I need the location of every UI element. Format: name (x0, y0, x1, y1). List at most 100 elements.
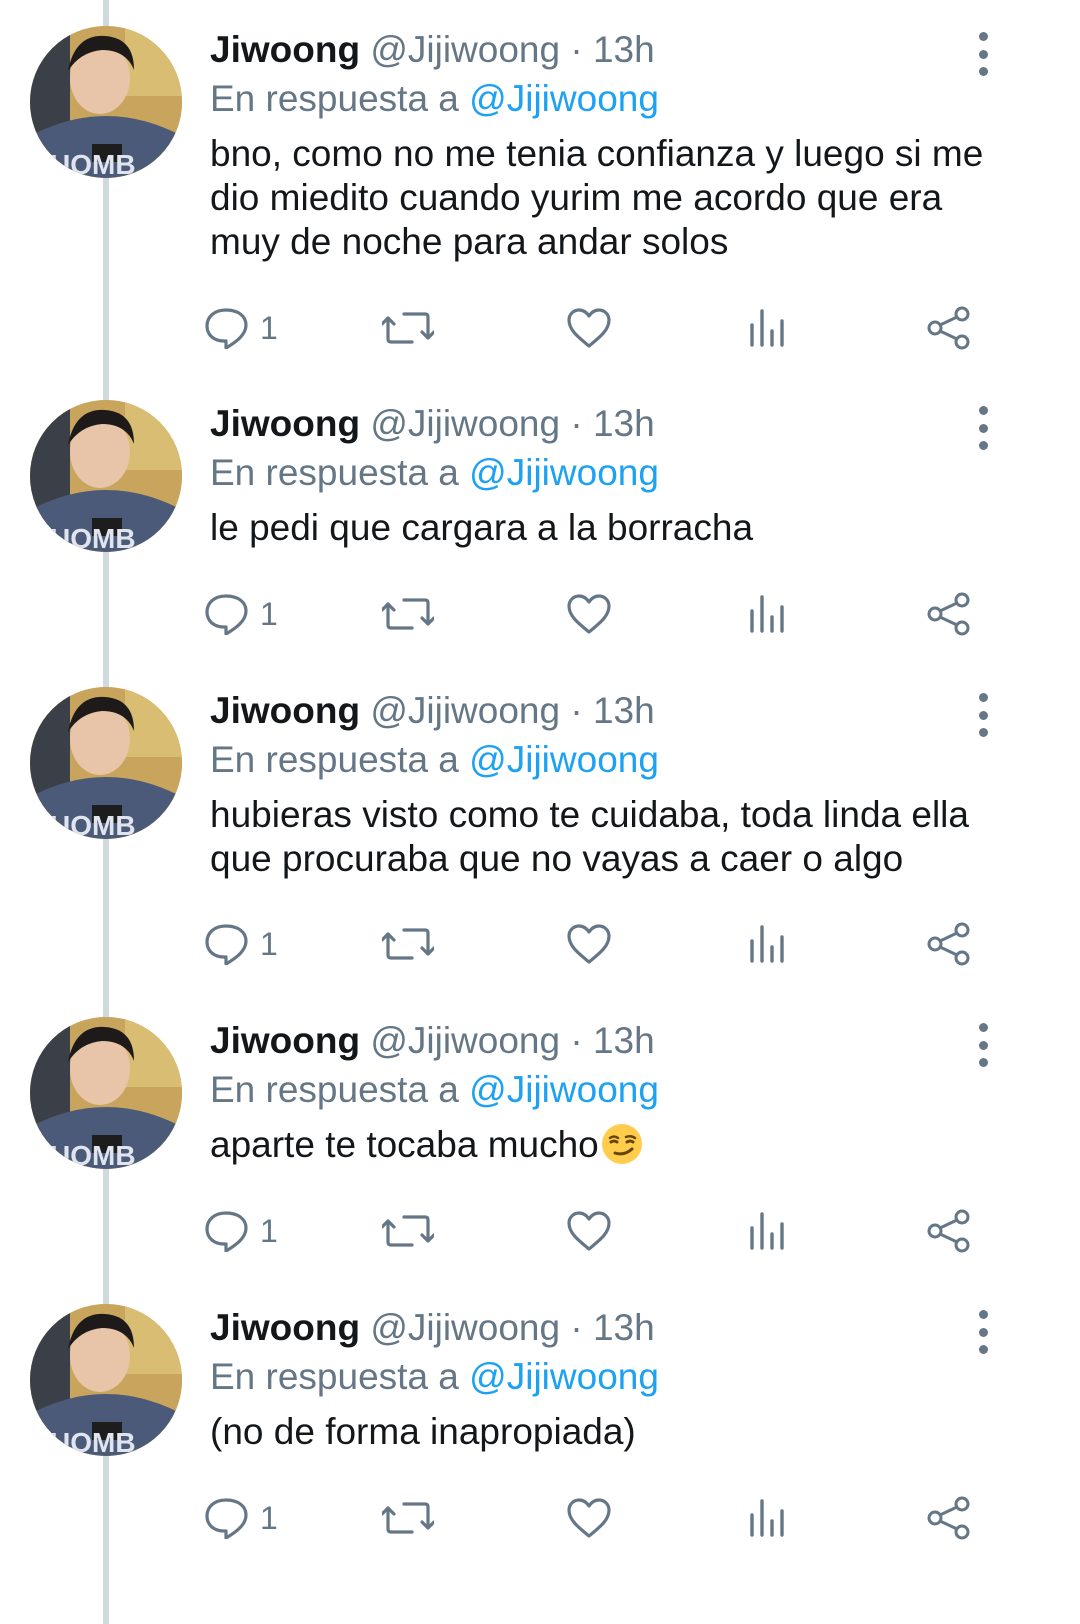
action-bar: 1 (200, 304, 1000, 352)
share-button[interactable] (926, 1494, 972, 1542)
tweet-body: Jiwoong @Jijiwoong · 13h En respuesta a … (210, 400, 1030, 550)
more-options-button[interactable] (968, 1023, 998, 1067)
reply-prefix: En respuesta a (210, 1069, 459, 1110)
avatar[interactable]: UOMB (30, 1017, 182, 1169)
share-button[interactable] (926, 590, 972, 638)
more-options-button[interactable] (968, 406, 998, 450)
like-button[interactable] (566, 304, 612, 352)
timestamp[interactable]: 13h (593, 403, 655, 444)
avatar[interactable]: UOMB (30, 1304, 182, 1456)
reply-button[interactable]: 1 (204, 304, 278, 352)
timestamp[interactable]: 13h (593, 1307, 655, 1348)
more-options-button[interactable] (968, 32, 998, 76)
timestamp[interactable]: 13h (593, 29, 655, 70)
timestamp[interactable]: 13h (593, 690, 655, 731)
author-handle[interactable]: @Jijiwoong (370, 690, 560, 731)
author-name[interactable]: Jiwoong (210, 690, 360, 731)
author-handle[interactable]: @Jijiwoong (370, 29, 560, 70)
retweet-icon (382, 1211, 434, 1251)
share-icon (926, 1496, 972, 1540)
reply-context: En respuesta a @Jijiwoong (210, 448, 1030, 498)
heart-icon (566, 307, 612, 349)
tweet-header: Jiwoong @Jijiwoong · 13h (210, 400, 1030, 448)
tweet-header: Jiwoong @Jijiwoong · 13h (210, 687, 1030, 735)
reply-context: En respuesta a @Jijiwoong (210, 735, 1030, 785)
analytics-button[interactable] (748, 1494, 788, 1542)
analytics-button[interactable] (748, 1207, 788, 1255)
like-button[interactable] (566, 590, 612, 638)
reply-icon (204, 923, 250, 965)
svg-text:UOMB: UOMB (50, 810, 136, 839)
separator-dot: · (570, 403, 583, 444)
reply-context: En respuesta a @Jijiwoong (210, 1352, 1030, 1402)
reply-icon (204, 1497, 250, 1539)
author-name[interactable]: Jiwoong (210, 29, 360, 70)
separator-dot: · (570, 1020, 583, 1061)
reply-button[interactable]: 1 (204, 590, 278, 638)
analytics-button[interactable] (748, 304, 788, 352)
reply-icon (204, 307, 250, 349)
share-button[interactable] (926, 304, 972, 352)
reply-button[interactable]: 1 (204, 1207, 278, 1255)
like-button[interactable] (566, 1494, 612, 1542)
share-icon (926, 592, 972, 636)
author-handle[interactable]: @Jijiwoong (370, 1020, 560, 1061)
separator-dot: · (570, 690, 583, 731)
reply-count: 1 (260, 1500, 278, 1536)
more-vertical-icon (978, 1310, 988, 1319)
tweet-text: (no de forma inapropiada) (210, 1411, 636, 1452)
reply-mention-link[interactable]: @Jijiwoong (469, 78, 659, 119)
reply-mention-link[interactable]: @Jijiwoong (469, 739, 659, 780)
tweet-text: le pedi que cargara a la borracha (210, 507, 754, 548)
analytics-button[interactable] (748, 920, 788, 968)
heart-icon (566, 1497, 612, 1539)
reply-mention-link[interactable]: @Jijiwoong (469, 1356, 659, 1397)
retweet-button[interactable] (382, 920, 434, 968)
avatar[interactable]: UOMB (30, 400, 182, 552)
reply-icon (204, 593, 250, 635)
tweet-header: Jiwoong @Jijiwoong · 13h (210, 26, 1030, 74)
reply-mention-link[interactable]: @Jijiwoong (469, 1069, 659, 1110)
reply-mention-link[interactable]: @Jijiwoong (469, 452, 659, 493)
share-icon (926, 306, 972, 350)
retweet-button[interactable] (382, 1207, 434, 1255)
retweet-button[interactable] (382, 1494, 434, 1542)
share-button[interactable] (926, 1207, 972, 1255)
more-vertical-icon (978, 693, 988, 702)
action-bar: 1 (200, 920, 1000, 968)
avatar[interactable]: UOMB (30, 687, 182, 839)
like-button[interactable] (566, 920, 612, 968)
reply-button[interactable]: 1 (204, 1494, 278, 1542)
analytics-icon (748, 1210, 788, 1252)
reply-button[interactable]: 1 (204, 920, 278, 968)
tweet-body: Jiwoong @Jijiwoong · 13h En respuesta a … (210, 1017, 1030, 1167)
analytics-icon (748, 307, 788, 349)
retweet-button[interactable] (382, 304, 434, 352)
retweet-button[interactable] (382, 590, 434, 638)
reply-count: 1 (260, 596, 278, 632)
svg-text:UOMB: UOMB (50, 1140, 136, 1169)
analytics-button[interactable] (748, 590, 788, 638)
avatar[interactable]: UOMB (30, 26, 182, 178)
heart-icon (566, 593, 612, 635)
retweet-icon (382, 594, 434, 634)
svg-text:UOMB: UOMB (50, 523, 136, 552)
tweet-body: Jiwoong @Jijiwoong · 13h En respuesta a … (210, 1304, 1030, 1454)
reply-count: 1 (260, 310, 278, 346)
heart-icon (566, 1210, 612, 1252)
author-name[interactable]: Jiwoong (210, 403, 360, 444)
more-options-button[interactable] (968, 693, 998, 737)
more-options-button[interactable] (968, 1310, 998, 1354)
tweet-text: hubieras visto como te cuidaba, toda lin… (210, 794, 969, 879)
author-name[interactable]: Jiwoong (210, 1020, 360, 1061)
timestamp[interactable]: 13h (593, 1020, 655, 1061)
author-handle[interactable]: @Jijiwoong (370, 1307, 560, 1348)
author-name[interactable]: Jiwoong (210, 1307, 360, 1348)
action-bar: 1 (200, 590, 1000, 638)
smirking-face-emoji (601, 1123, 643, 1165)
tweet-text-content: aparte te tocaba mucho (210, 1124, 599, 1165)
reply-prefix: En respuesta a (210, 1356, 459, 1397)
author-handle[interactable]: @Jijiwoong (370, 403, 560, 444)
share-button[interactable] (926, 920, 972, 968)
like-button[interactable] (566, 1207, 612, 1255)
